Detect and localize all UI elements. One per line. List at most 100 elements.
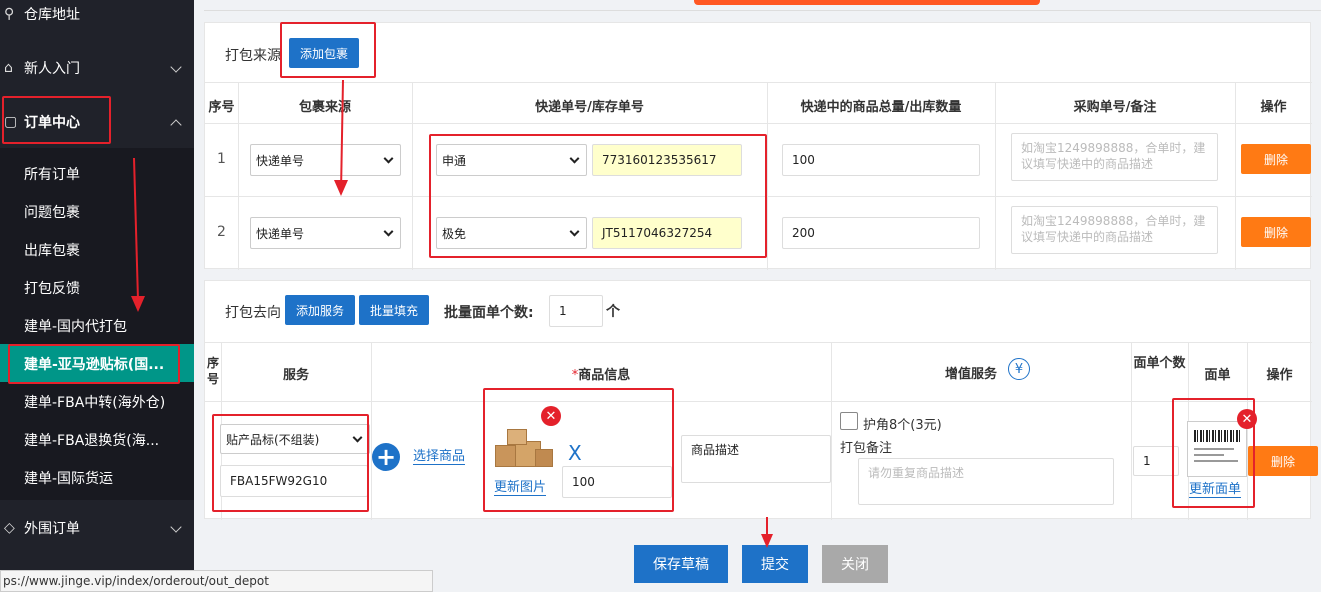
yen-icon[interactable]: ¥ [1008, 358, 1030, 380]
source-panel: 打包来源 添加包裹 序号 包裹来源 快递单号/库存单号 快递中的商品总量/出库数… [204, 22, 1312, 270]
remark-textarea[interactable]: 如淘宝1249898888，合单时，建议填写快递中的商品描述 [1011, 133, 1218, 181]
quantity-input[interactable]: 100 [782, 144, 980, 176]
update-label-link[interactable]: 更新面单 [1189, 482, 1242, 498]
tracking-number-input[interactable]: 773160123535617 [592, 144, 742, 176]
tracking-number-input[interactable]: JT5117046327254 [592, 217, 742, 249]
submenu-item-domestic-pack[interactable]: 建单-国内代打包 [24, 316, 127, 336]
sku-input[interactable]: FBA15FW92G10 [220, 465, 368, 497]
remark-textarea[interactable]: 如淘宝1249898888，合单时，建议填写快递中的商品描述 [1011, 206, 1218, 254]
sidebar-item-external-orders[interactable]: ◇ 外围订单 [0, 518, 194, 538]
remove-image-icon[interactable]: ✕ [541, 406, 561, 426]
sidebar-item-warehouse[interactable]: ⚲ 仓库地址 [0, 4, 194, 24]
dest-section-title: 打包去向 [225, 305, 281, 321]
divider [205, 123, 1312, 124]
select-value: 快递单号 [256, 153, 305, 168]
submenu-item-problem-packages[interactable]: 问题包裹 [24, 202, 80, 222]
batch-count-input[interactable]: 1 [549, 295, 603, 327]
sidebar-item-label: 订单中心 [24, 115, 80, 131]
location-pin-icon: ⚲ [4, 6, 15, 22]
barcode-shape [1194, 430, 1240, 442]
product-quantity-input[interactable]: 100 [562, 466, 672, 498]
col-header-tracking: 快递单号/库存单号 [535, 100, 644, 115]
batch-fill-button[interactable]: 批量填充 [359, 295, 429, 325]
sidebar-item-order-center[interactable]: ▢ 订单中心 [0, 112, 194, 132]
product-image [493, 427, 553, 469]
box-shape [535, 449, 553, 467]
submenu-item-all-orders[interactable]: 所有订单 [24, 164, 80, 184]
add-package-button[interactable]: 添加包裹 [289, 38, 359, 68]
pack-remark-textarea[interactable]: 请勿重复商品描述 [858, 458, 1114, 505]
service-select[interactable]: 贴产品标(不组装) [220, 424, 370, 454]
delete-row-button[interactable]: 删除 [1241, 217, 1311, 247]
carrier-select[interactable]: 极免 [436, 217, 587, 249]
select-value: 申通 [442, 153, 467, 168]
col-header-quantity: 快递中的商品总量/出库数量 [800, 100, 962, 115]
col-header-product-info-label: 商品信息 [578, 368, 631, 383]
diamond-icon: ◇ [4, 520, 15, 536]
col-header-index: 序号 [208, 100, 235, 115]
box-shape [507, 429, 527, 445]
sidebar-item-label: 新人入门 [24, 61, 80, 77]
text-line-shape [1194, 454, 1224, 456]
select-value: 贴产品标(不组装) [226, 432, 320, 447]
order-center-submenu: 所有订单 问题包裹 出库包裹 打包反馈 建单-国内代打包 建单-亚马逊贴标(国.… [0, 148, 194, 500]
text-line-shape [1194, 460, 1238, 462]
submit-button[interactable]: 提交 [742, 545, 808, 583]
top-progress-bar [694, 0, 1040, 5]
add-service-button[interactable]: 添加服务 [285, 295, 355, 325]
chevron-down-icon [383, 153, 394, 164]
carrier-select[interactable]: 申通 [436, 144, 587, 176]
col-header-action: 操作 [1260, 100, 1287, 115]
chevron-up-icon [170, 119, 182, 131]
col-header-value-added: 增值服务 [944, 367, 997, 382]
chevron-down-icon [569, 226, 580, 237]
row-index: 2 [217, 224, 226, 240]
col-header-service: 服务 [282, 368, 309, 383]
select-product-link[interactable]: 选择商品 [413, 449, 466, 465]
source-section-title: 打包来源 [225, 48, 281, 64]
product-description-textarea[interactable]: 商品描述 [681, 435, 831, 483]
save-draft-button[interactable]: 保存草稿 [634, 545, 728, 583]
submenu-item-fba-transfer[interactable]: 建单-FBA中转(海外仓) [24, 392, 165, 412]
delete-row-button[interactable]: 删除 [1241, 144, 1311, 174]
delete-service-button[interactable]: 删除 [1248, 446, 1318, 476]
chevron-down-icon [170, 521, 182, 533]
destination-panel: 打包去向 添加服务 批量填充 批量面单个数: 1 个 序号 服务 *商品信息 增… [204, 280, 1318, 520]
package-source-select[interactable]: 快递单号 [250, 217, 401, 249]
update-image-link[interactable]: 更新图片 [494, 480, 547, 496]
divider [204, 10, 1321, 11]
submenu-item-outbound-packages[interactable]: 出库包裹 [24, 240, 80, 260]
col-header-index: 序号 [206, 356, 219, 386]
remove-label-icon[interactable]: ✕ [1237, 409, 1257, 429]
quantity-input[interactable]: 200 [782, 217, 980, 249]
col-header-label-count: 面单个数 [1133, 356, 1186, 371]
corner-protect-label: 护角8个(3元) [863, 418, 942, 433]
batch-count-unit: 个 [606, 304, 620, 320]
plus-icon[interactable]: + [372, 443, 400, 471]
browser-status-url: ps://www.jinge.vip/index/orderout/out_de… [0, 570, 433, 592]
chevron-down-icon [170, 61, 182, 73]
close-button[interactable]: 关闭 [822, 545, 888, 583]
home-icon: ⌂ [4, 60, 13, 76]
divider [205, 82, 1312, 83]
submenu-item-intl-freight[interactable]: 建单-国际货运 [24, 468, 113, 488]
corner-protect-checkbox[interactable] [840, 412, 858, 430]
submenu-item-pack-feedback[interactable]: 打包反馈 [24, 278, 80, 298]
col-header-product-info: *商品信息 [371, 364, 831, 383]
document-icon: ▢ [4, 114, 18, 130]
sidebar-item-newbie[interactable]: ⌂ 新人入门 [0, 58, 194, 78]
package-source-select[interactable]: 快递单号 [250, 144, 401, 176]
sidebar-item-label: 仓库地址 [24, 7, 80, 23]
multiply-sign: X [568, 441, 582, 465]
col-header-source: 包裹来源 [298, 100, 351, 115]
submenu-item-fba-return[interactable]: 建单-FBA退换货(海... [24, 430, 159, 450]
label-count-input[interactable]: 1 [1133, 446, 1179, 476]
row-index: 1 [217, 151, 226, 167]
sidebar-item-label: 外围订单 [24, 521, 80, 537]
chevron-down-icon [352, 432, 363, 443]
submenu-item-amazon-label[interactable]: 建单-亚马逊贴标(国... [24, 354, 164, 374]
batch-count-label: 批量面单个数: [444, 305, 534, 321]
main-content: 打包来源 添加包裹 序号 包裹来源 快递单号/库存单号 快递中的商品总量/出库数… [194, 0, 1321, 592]
col-header-action: 操作 [1266, 368, 1293, 383]
divider [205, 196, 1312, 197]
